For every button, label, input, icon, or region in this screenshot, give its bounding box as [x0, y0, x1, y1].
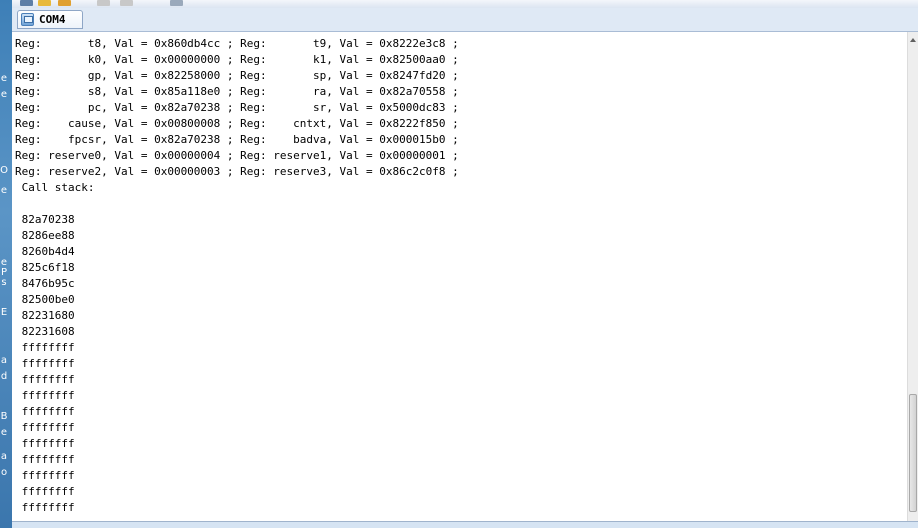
terminal-output[interactable]: Reg: t8, Val = 0x860db4cc ; Reg: t9, Val…: [12, 32, 907, 521]
terminal-line: ffffffff: [15, 357, 75, 370]
desktop-icon-caption-fragment: s: [1, 277, 7, 288]
terminal-line: ffffffff: [15, 469, 75, 482]
terminal-line: 82231608: [15, 325, 75, 338]
print-icon[interactable]: [97, 0, 110, 6]
terminal-line: Reg: gp, Val = 0x82258000 ; Reg: sp, Val…: [15, 69, 459, 82]
tab-com4[interactable]: COM4: [17, 10, 83, 29]
terminal-line: 82a70238: [15, 213, 75, 226]
terminal-line: ffffffff: [15, 389, 75, 402]
desktop-icon-caption-fragment: B: [0, 411, 8, 422]
terminal-line: ffffffff: [15, 341, 75, 354]
terminal-line: 825c6f18: [15, 261, 75, 274]
settings-icon[interactable]: [120, 0, 133, 6]
scrollbar-thumb[interactable]: [909, 394, 917, 512]
terminal-session-icon: [21, 13, 34, 26]
desktop-icon-caption-fragment: a: [0, 451, 8, 462]
terminal-line: ffffffff: [15, 485, 75, 498]
terminal-line: 82231680: [15, 309, 75, 322]
desktop-icon-caption-fragment: E: [0, 307, 8, 318]
desktop-edge-strip: eeOeePsEadBeao: [0, 0, 12, 528]
help-icon[interactable]: [170, 0, 183, 6]
terminal-line: 8286ee88: [15, 229, 75, 242]
desktop-icon-caption-fragment: e: [0, 185, 8, 196]
window-bottom-border: [12, 521, 918, 528]
terminal-line: Reg: fpcsr, Val = 0x82a70238 ; Reg: badv…: [15, 133, 459, 146]
terminal-line: Reg: t8, Val = 0x860db4cc ; Reg: t9, Val…: [15, 37, 459, 50]
terminal-line: 82500be0: [15, 293, 75, 306]
terminal-line: Reg: reserve0, Val = 0x00000004 ; Reg: r…: [15, 149, 459, 162]
tab-label: COM4: [39, 13, 66, 26]
terminal-line: 8476b95c: [15, 277, 75, 290]
desktop-icon-caption-fragment: e: [0, 427, 8, 438]
open-folder-icon[interactable]: [38, 0, 51, 6]
terminal-line: Reg: s8, Val = 0x85a118e0 ; Reg: ra, Val…: [15, 85, 459, 98]
terminal-line: ffffffff: [15, 501, 75, 514]
scroll-up-arrow-icon[interactable]: [910, 38, 916, 42]
terminal-line: ffffffff: [15, 405, 75, 418]
save-icon[interactable]: [58, 0, 71, 6]
terminal-line: Reg: reserve2, Val = 0x00000003 ; Reg: r…: [15, 165, 459, 178]
terminal-line: ffffffff: [15, 453, 75, 466]
terminal-line: ffffffff: [15, 421, 75, 434]
desktop-icon-caption-fragment: d: [0, 371, 8, 382]
desktop-icon-caption-fragment: o: [0, 467, 8, 478]
desktop-icon-caption-fragment: e: [0, 89, 8, 100]
terminal-line: Call stack:: [15, 181, 95, 194]
desktop-icon-caption-fragment: e: [0, 73, 8, 84]
terminal-line: Reg: pc, Val = 0x82a70238 ; Reg: sr, Val…: [15, 101, 459, 114]
terminal-line: 8260b4d4: [15, 245, 75, 258]
terminal-line: ffffffff: [15, 437, 75, 450]
terminal-lines: Reg: t8, Val = 0x860db4cc ; Reg: t9, Val…: [15, 36, 459, 516]
terminal-line: Reg: k0, Val = 0x00000000 ; Reg: k1, Val…: [15, 53, 459, 66]
desktop-icon-caption-fragment: a: [0, 355, 8, 366]
terminal-line: ffffffff: [15, 373, 75, 386]
desktop-icon-caption-fragment: O: [0, 165, 8, 176]
terminal-line: Reg: cause, Val = 0x00800008 ; Reg: cntx…: [15, 117, 459, 130]
new-icon[interactable]: [20, 0, 33, 6]
vertical-scrollbar[interactable]: [907, 32, 918, 521]
tab-bar: COM4: [12, 8, 918, 32]
